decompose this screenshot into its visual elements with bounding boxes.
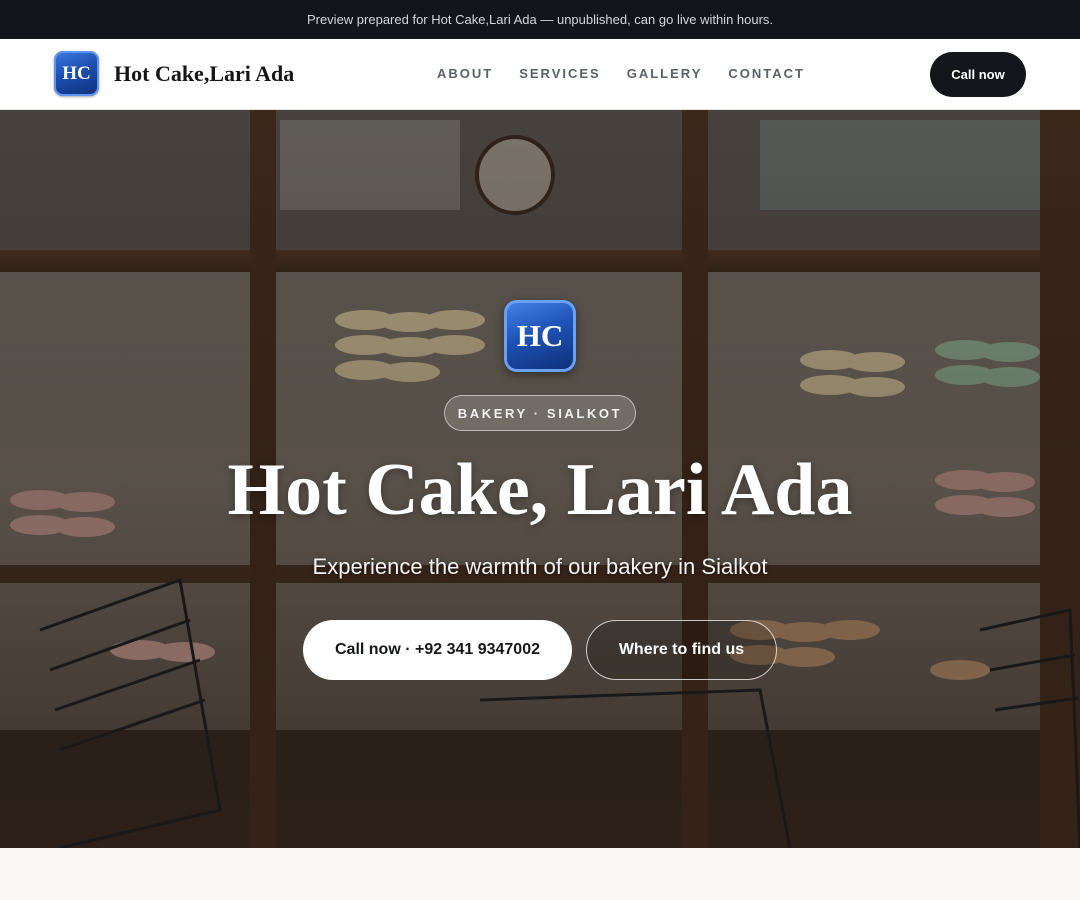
nav-link-gallery[interactable]: GALLERY: [627, 66, 703, 81]
site-header: HC Hot Cake,Lari Ada ABOUT SERVICES GALL…: [0, 39, 1080, 110]
hero-tag: BAKERY · SIALKOT: [444, 395, 636, 431]
hero-call-button[interactable]: Call now · +92 341 9347002: [303, 620, 572, 680]
brand-logo[interactable]: HC: [54, 51, 99, 96]
preview-banner: Preview prepared for Hot Cake,Lari Ada —…: [0, 0, 1080, 39]
brand[interactable]: HC Hot Cake,Lari Ada: [54, 51, 294, 96]
hero-logo: HC: [504, 300, 576, 372]
hero-location-button[interactable]: Where to find us: [586, 620, 777, 680]
hero-title: Hot Cake, Lari Ada: [227, 449, 853, 531]
nav-link-about[interactable]: ABOUT: [437, 66, 493, 81]
nav-link-services[interactable]: SERVICES: [519, 66, 601, 81]
hero-section: HC BAKERY · SIALKOT Hot Cake, Lari Ada E…: [0, 110, 1080, 848]
preview-banner-text: Preview prepared for Hot Cake,Lari Ada —…: [306, 12, 774, 27]
nav-link-contact[interactable]: CONTACT: [728, 66, 805, 81]
hero-subtitle: Experience the warmth of our bakery in S…: [312, 554, 768, 579]
main-nav: ABOUT SERVICES GALLERY CONTACT: [437, 66, 831, 81]
brand-name[interactable]: Hot Cake,Lari Ada: [114, 61, 294, 87]
header-call-button[interactable]: Call now: [930, 52, 1026, 97]
